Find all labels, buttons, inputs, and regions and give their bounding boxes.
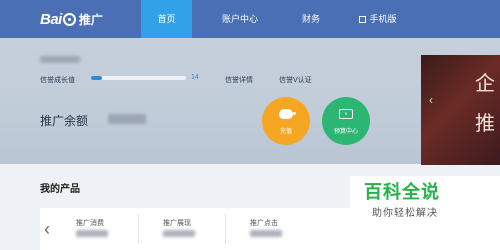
metric-clicks-value-blurred bbox=[250, 230, 282, 237]
banner-prev-arrow-icon[interactable]: ‹ bbox=[429, 93, 433, 107]
nav-account-center[interactable]: 账户中心 bbox=[215, 0, 265, 38]
reputation-growth-label: 信誉成长值 bbox=[40, 77, 75, 84]
chevron-left-icon[interactable]: ‹ bbox=[40, 218, 54, 240]
metric-impressions-value-blurred bbox=[163, 230, 195, 237]
promotion-balance-label: 推广余额 bbox=[40, 114, 89, 128]
top-navigation-bar: Bai 推广 首页 账户中心 财务 手机版 bbox=[0, 0, 500, 38]
metric-divider bbox=[225, 214, 226, 244]
logo-text: Bai bbox=[40, 10, 62, 28]
metric-spend-label: 推广消费 bbox=[76, 220, 104, 227]
account-overview: 信誉成长值 14 信誉详情 信誉V认证 推广余额 充值 ¥ 预算中心 ‹ 企 推 bbox=[0, 38, 500, 165]
metric-clicks-label: 推广点击 bbox=[250, 220, 278, 227]
watermark-subtitle: 助你轻松解决 bbox=[372, 208, 438, 219]
reputation-progress-fill bbox=[91, 76, 103, 80]
reputation-detail-link[interactable]: 信誉详情 bbox=[225, 75, 253, 85]
budget-center-button[interactable]: ¥ 预算中心 bbox=[322, 97, 370, 145]
nav-home[interactable]: 首页 bbox=[141, 0, 192, 38]
nav-finance[interactable]: 财务 bbox=[293, 0, 329, 38]
paw-icon bbox=[62, 12, 76, 26]
metric-divider bbox=[138, 214, 139, 244]
banner-text-line2: 推 bbox=[475, 111, 495, 135]
reputation-verify-link[interactable]: 信誉V认证 bbox=[279, 75, 312, 85]
budget-center-label: 预算中心 bbox=[333, 129, 358, 135]
reputation-progress-bar bbox=[91, 76, 186, 80]
my-products-title: 我的产品 bbox=[40, 184, 80, 195]
nav-mobile-version[interactable]: 手机版 bbox=[355, 0, 401, 38]
metric-impressions-label: 推广展现 bbox=[163, 220, 191, 227]
recharge-label: 充值 bbox=[279, 129, 292, 135]
nav-mobile-label: 手机版 bbox=[369, 14, 397, 24]
banner-text-line1: 企 bbox=[475, 71, 495, 95]
qr-code-icon bbox=[359, 15, 367, 23]
promotion-balance-value-blurred bbox=[108, 114, 146, 124]
promo-banner[interactable]: ‹ 企 推 bbox=[421, 55, 500, 165]
reputation-growth-value: 14 bbox=[191, 74, 199, 81]
piggy-bank-icon bbox=[279, 109, 296, 119]
logo-suffix: 推广 bbox=[78, 12, 103, 27]
site-watermark: 百科全说 助你轻松解决 bbox=[350, 176, 500, 228]
budget-icon: ¥ bbox=[339, 109, 353, 119]
account-name-blurred bbox=[40, 56, 80, 63]
baidu-promotion-logo[interactable]: Bai 推广 bbox=[40, 9, 103, 29]
recharge-button[interactable]: 充值 bbox=[262, 97, 310, 145]
watermark-title: 百科全说 bbox=[364, 182, 440, 202]
metric-spend-value-blurred bbox=[76, 230, 108, 237]
